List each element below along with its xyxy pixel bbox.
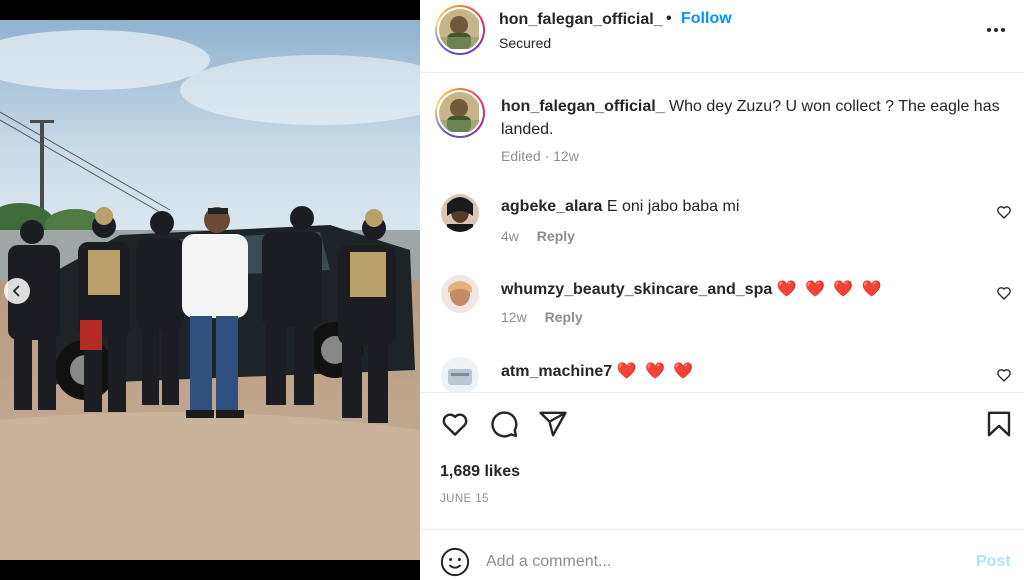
comment-age: 12w [501,309,527,325]
post-header: hon_falegan_official_ • Follow Secured [420,0,1024,73]
comment-like-heart-icon[interactable] [996,285,1012,301]
comment-item: agbeke_alara E oni jabo baba mi 4w Reply [420,194,1024,264]
comments-list[interactable]: hon_falegan_official_ Who dey Zuzu? U wo… [420,74,1024,392]
commenter-avatar[interactable] [441,275,479,313]
comment-text: ❤️ ❤️ ❤️ ❤️ [776,281,884,298]
caption-meta: Edited · 12w [501,148,579,164]
comment-username[interactable]: whumzy_beauty_skincare_and_spa [501,281,772,298]
comment-body: atm_machine7 ❤️ ❤️ ❤️ [501,361,695,381]
comment-username[interactable]: agbeke_alara [501,198,602,215]
post-side-panel: hon_falegan_official_ • Follow Secured h… [420,0,1024,580]
likes-count[interactable]: 1,689 likes [440,463,520,481]
post-date: JUNE 15 [440,493,489,505]
commenter-avatar[interactable] [441,194,479,232]
chevron-left-icon [12,285,20,297]
author-avatar-image [439,9,479,49]
comment-username[interactable]: atm_machine7 [501,363,612,380]
author-username[interactable]: hon_falegan_official_ [499,11,663,29]
author-avatar[interactable] [435,5,485,55]
comment-body: whumzy_beauty_skincare_and_spa ❤️ ❤️ ❤️ … [501,279,884,299]
follow-button[interactable]: Follow [681,10,732,28]
reply-button[interactable]: Reply [545,309,583,325]
post-actions: 1,689 likes JUNE 15 [420,392,1024,529]
comment-like-heart-icon[interactable] [996,204,1012,220]
commenter-avatar-image [441,275,479,313]
heart-icon[interactable] [440,409,470,439]
commenter-avatar[interactable] [441,357,479,392]
more-icon [987,28,1005,32]
post-caption: hon_falegan_official_ Who dey Zuzu? U wo… [501,95,1001,141]
post-media-panel [0,0,420,580]
comment-meta: 12w Reply [501,309,583,325]
comment-text: E oni jabo baba mi [606,198,740,215]
comment-text: ❤️ ❤️ ❤️ [616,363,696,380]
post-subtitle: Secured [499,35,552,51]
comment-meta: 4w Reply [501,228,575,244]
comment-item: atm_machine7 ❤️ ❤️ ❤️ [420,357,1024,392]
caption-avatar-image [439,92,479,132]
comment-age: 4w [501,228,519,244]
add-comment-bar: Post [420,529,1024,580]
comment-item: whumzy_beauty_skincare_and_spa ❤️ ❤️ ❤️ … [420,275,1024,345]
comment-input[interactable] [486,550,956,574]
post-comment-button[interactable]: Post [976,553,1011,571]
caption-username[interactable]: hon_falegan_official_ [501,98,665,115]
commenter-avatar-image [441,357,479,392]
save-icon[interactable] [984,409,1014,439]
carousel-prev-button[interactable] [4,278,30,304]
reply-button[interactable]: Reply [537,228,575,244]
post-photo [0,20,420,560]
comment-icon[interactable] [489,409,519,439]
more-options-button[interactable] [982,18,1010,42]
comment-body: agbeke_alara E oni jabo baba mi [501,198,739,216]
separator-dot: • [666,10,672,27]
emoji-icon[interactable] [440,547,470,577]
comment-like-heart-icon[interactable] [996,367,1012,383]
share-icon[interactable] [538,409,568,439]
commenter-avatar-image [441,194,479,232]
caption-author-avatar[interactable] [435,88,485,138]
